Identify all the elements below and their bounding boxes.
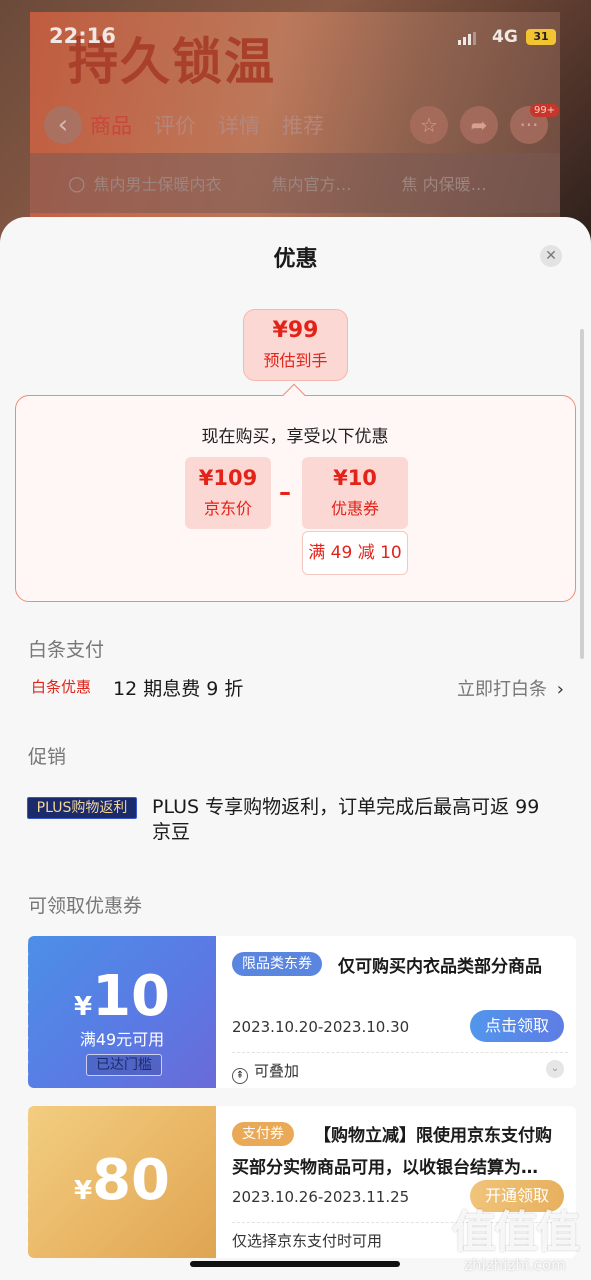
status-bar: 22:16 4G 31	[0, 0, 591, 50]
home-indicator[interactable]	[190, 1261, 400, 1267]
coupons-section-title: 可领取优惠券	[28, 895, 143, 917]
divider	[232, 1052, 568, 1053]
plus-rebate-tag: PLUS购物返利	[27, 797, 137, 819]
baitiao-tag: 白条优惠	[31, 678, 92, 696]
tab-recommend[interactable]: 推荐	[282, 110, 324, 140]
coupon-footer-text: 可叠加	[254, 1062, 300, 1080]
threshold-reached-badge: 已达门槛	[86, 1054, 162, 1076]
coupon-description: 【购物立减】限使用京东支付购买部分实物商品可用，以收银台结算为…	[232, 1126, 552, 1178]
coupon-value: ¥10	[333, 466, 377, 490]
search-bar[interactable]: ○ 焦内男士保暖内衣 焦内官方… 焦 内保暖…	[30, 153, 560, 213]
claim-coupon-button[interactable]: 点击领取	[470, 1010, 564, 1042]
coupon-validity: 2023.10.20-2023.10.30	[232, 1018, 410, 1036]
price-calculation-box: 现在购买，享受以下优惠 ¥109 京东价 – ¥10 优惠券 满 49 减 10	[15, 395, 576, 602]
coupon-condition: 满 49 减 10	[302, 531, 408, 575]
coupon-footer-text: 仅选择京东支付时可用	[232, 1232, 383, 1250]
watermark: 值值值 zhizhizhi.com	[440, 1196, 590, 1274]
watermark-logo: 值值值	[452, 1207, 580, 1258]
search-suggestion[interactable]: 焦 内保暖…	[401, 171, 486, 195]
coupon-validity: 2023.10.26-2023.11.25	[232, 1188, 410, 1206]
close-icon[interactable]: ✕	[540, 245, 562, 267]
coupon-amount: ¥10	[28, 964, 216, 1029]
promo-section-title: 促销	[28, 746, 67, 768]
coupon-footer: ⇞ 可叠加	[232, 1060, 299, 1084]
jd-price-value: ¥109	[198, 466, 258, 490]
baitiao-link[interactable]: 立即打白条 ›	[457, 675, 564, 701]
chevron-right-icon: ›	[556, 679, 564, 700]
estimated-price-label: 预估到手	[263, 351, 328, 370]
tab-details[interactable]: 详情	[218, 110, 260, 140]
currency-symbol: ¥	[73, 1176, 93, 1206]
network-type: 4G	[492, 27, 518, 47]
favorite-icon[interactable]: ☆	[410, 106, 448, 144]
estimated-price: ¥99	[272, 318, 319, 343]
tab-reviews[interactable]: 评价	[154, 110, 196, 140]
stack-icon: ⇞	[232, 1068, 248, 1084]
battery-icon: 31	[526, 29, 556, 45]
coupon-type-tag: 限品类东券	[232, 952, 322, 976]
currency-symbol: ¥	[73, 992, 93, 1022]
chevron-down-icon[interactable]: ⌄	[546, 1060, 564, 1078]
jd-price-box: ¥109 京东价	[185, 457, 271, 529]
coupon-value-box: ¥10 优惠券	[302, 457, 408, 529]
search-icon: ○	[68, 171, 86, 195]
coupon-amount-value: 80	[92, 1148, 171, 1213]
coupon-amount-value: 10	[92, 964, 171, 1029]
signal-icon	[458, 32, 476, 45]
baitiao-section-title: 白条支付	[28, 639, 105, 661]
share-icon[interactable]: ➦	[460, 106, 498, 144]
coupon-description: 仅可购买内衣品类部分商品	[338, 957, 542, 977]
calc-heading: 现在购买，享受以下优惠	[201, 427, 389, 447]
message-badge: 99+	[530, 104, 560, 117]
scrollbar[interactable]	[580, 329, 584, 659]
coupon-amount: ¥80	[28, 1148, 216, 1213]
tab-goods[interactable]: 商品	[90, 110, 132, 140]
coupon-card: ¥10 满49元可用 已达门槛 限品类东券 仅可购买内衣品类部分商品 2023.…	[28, 936, 576, 1088]
search-suggestion[interactable]: 焦内男士保暖内衣	[93, 171, 221, 195]
sheet-title: 优惠	[273, 247, 318, 272]
jd-price-label: 京东价	[203, 499, 252, 518]
baitiao-link-label: 立即打白条	[457, 679, 547, 700]
estimated-price-bubble: ¥99 预估到手	[243, 309, 348, 381]
status-time: 22:16	[49, 24, 116, 48]
plus-rebate-text: PLUS 专享购物返利，订单完成后最高可返 99 京豆	[152, 796, 540, 843]
minus-sign: –	[279, 478, 291, 506]
back-icon[interactable]: ‹	[44, 106, 82, 144]
discount-sheet: 优惠 ✕ 现在购买，享受以下优惠 ¥109 京东价 – ¥10 优惠券 满 49…	[0, 217, 591, 1280]
coupon-min-requirement: 满49元可用	[79, 1030, 165, 1049]
coupon-label: 优惠券	[330, 499, 379, 518]
baitiao-offer: 12 期息费 9 折	[113, 678, 244, 700]
search-suggestion[interactable]: 焦内官方…	[271, 171, 351, 195]
